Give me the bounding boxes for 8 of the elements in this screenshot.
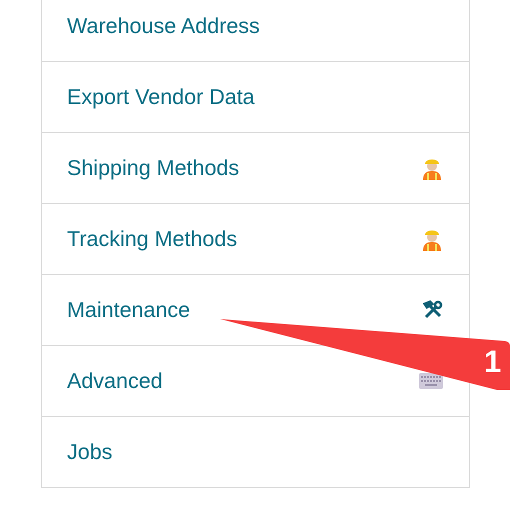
callout-number: 1 [484,344,502,380]
menu-item[interactable]: Tracking Methods [42,204,469,275]
menu-item[interactable]: Export Vendor Data [42,62,469,133]
menu-item[interactable]: Jobs [42,417,469,487]
menu-item[interactable]: Warehouse Address [42,0,469,62]
tools-icon [423,300,443,320]
keyboard-icon [419,373,443,389]
menu-item[interactable]: Shipping Methods [42,133,469,204]
